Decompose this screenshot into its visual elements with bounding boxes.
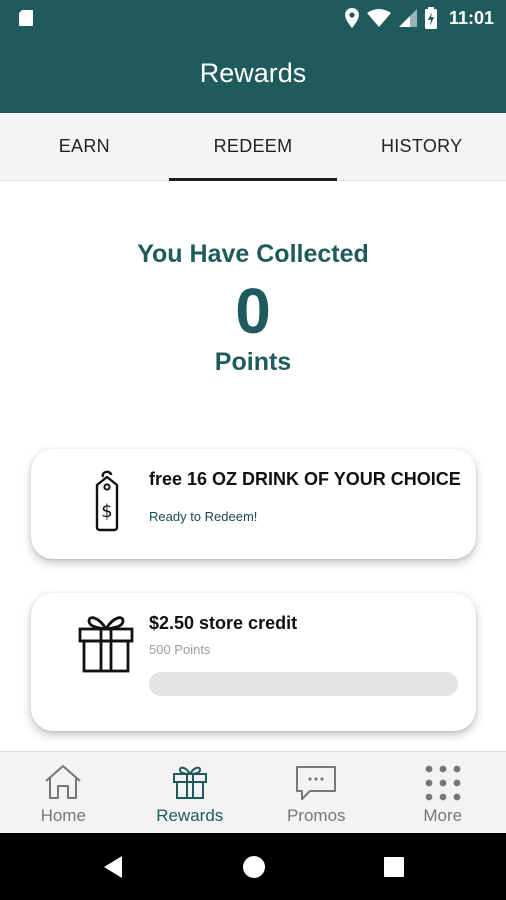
nav-item-rewards[interactable]: Rewards — [127, 752, 254, 833]
nav-label: Rewards — [156, 806, 224, 825]
reward-title: $2.50 store credit — [149, 613, 298, 633]
status-time: 11:01 — [448, 7, 494, 28]
nav-label: More — [423, 806, 463, 825]
price-tag-dollar-icon: $ — [95, 470, 119, 532]
tab-bar: EARN REDEEM HISTORY — [0, 113, 506, 181]
reward-progress-bar — [149, 672, 458, 696]
recents-icon[interactable] — [383, 856, 405, 878]
chat-bubble-icon — [296, 766, 337, 800]
nav-label: Home — [40, 806, 86, 825]
tab-earn[interactable]: EARN — [0, 113, 169, 180]
reward-card-free-drink[interactable]: $ free 16 OZ DRINK OF YOUR CHOICE Ready … — [31, 449, 476, 559]
reward-points-cost: 500 Points — [149, 642, 211, 657]
reward-status: Ready to Redeem! — [149, 509, 258, 524]
nav-item-more[interactable]: More — [380, 752, 506, 833]
app-bar: 11:01 Rewards — [0, 0, 506, 113]
points-heading: You Have Collected — [137, 240, 369, 268]
battery-charging-icon — [424, 7, 437, 29]
bottom-nav: Home Rewards Promos More — [0, 751, 506, 833]
reward-card-store-credit[interactable]: $2.50 store credit 500 Points — [31, 593, 476, 731]
reward-title: free 16 OZ DRINK OF YOUR CHOICE — [149, 469, 461, 489]
location-icon — [344, 8, 359, 28]
system-nav-bar — [0, 833, 506, 900]
tab-redeem[interactable]: REDEEM — [168, 113, 338, 181]
grid-dots-icon — [425, 765, 461, 801]
status-bar: 11:01 — [0, 0, 506, 36]
home-icon — [45, 765, 81, 799]
back-icon[interactable] — [102, 855, 124, 879]
tab-history[interactable]: HISTORY — [337, 113, 506, 180]
svg-text:$: $ — [101, 501, 112, 522]
sd-card-icon — [19, 10, 33, 26]
page-title: Rewards — [199, 58, 307, 88]
points-value: 0 — [235, 275, 271, 347]
nav-label: Promos — [286, 806, 346, 825]
gift-icon — [172, 766, 207, 799]
nav-item-home[interactable]: Home — [0, 752, 127, 833]
home-button-icon[interactable] — [242, 855, 266, 879]
points-unit-label: Points — [214, 348, 292, 376]
cell-signal-icon — [398, 9, 417, 27]
wifi-icon — [366, 9, 391, 27]
nav-item-promos[interactable]: Promos — [253, 752, 380, 833]
gift-icon — [78, 616, 134, 673]
